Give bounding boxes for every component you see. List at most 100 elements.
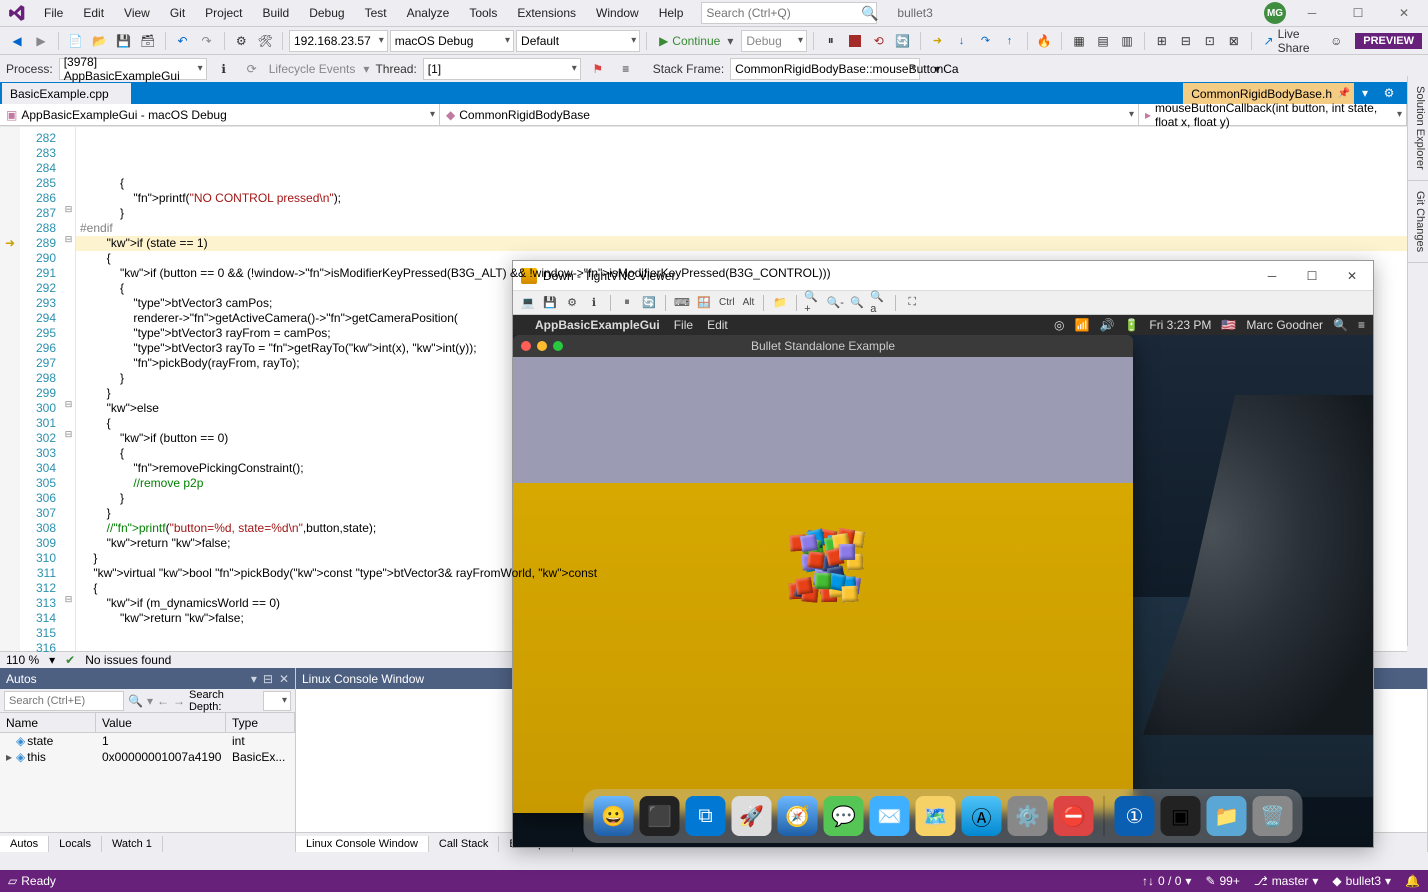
depth-combo[interactable] <box>263 691 291 711</box>
menu-test[interactable]: Test <box>355 2 397 24</box>
continue-button[interactable]: ▶Continue▾ <box>653 30 739 52</box>
dock-1password-icon[interactable]: ① <box>1115 796 1155 836</box>
open-icon[interactable]: 📂 <box>89 30 111 52</box>
pin-icon[interactable]: 📌 <box>1338 88 1350 99</box>
thread-flag-icon[interactable]: ⚑ <box>587 58 609 80</box>
stackframe-combo[interactable]: CommonRigidBodyBase::mouseButtonCa <box>730 58 920 80</box>
save-icon[interactable]: 💾 <box>113 30 135 52</box>
ptab-autos[interactable]: Autos <box>0 836 49 852</box>
fwd-nav-icon[interactable]: ▶ <box>30 30 52 52</box>
status-repo[interactable]: ◆ bullet3 ▾ <box>1332 874 1391 888</box>
menu-project[interactable]: Project <box>195 2 252 24</box>
panel-dropdown-icon[interactable]: ▾ <box>251 672 257 686</box>
autos-grid-body[interactable]: ◈state1int▸◈this0x00000001007a4190BasicE… <box>0 733 295 832</box>
pause-icon[interactable]: ⏸ <box>820 30 842 52</box>
nav-project-combo[interactable]: ▣AppBasicExampleGui - macOS Debug <box>0 104 440 125</box>
manage-configs-icon[interactable]: 🛠 <box>254 30 276 52</box>
debug-target-combo[interactable]: Debug <box>741 30 807 52</box>
remote-target-combo[interactable]: 192.168.23.57 <box>289 30 388 52</box>
ptab-locals[interactable]: Locals <box>49 836 102 852</box>
dock-appstore-icon[interactable]: Ⓐ <box>962 796 1002 836</box>
zoom-level[interactable]: 110 % <box>6 653 39 667</box>
panel-close-icon[interactable]: ✕ <box>279 672 289 686</box>
step-over-icon[interactable]: ↷ <box>975 30 997 52</box>
menu-tools[interactable]: Tools <box>459 2 507 24</box>
dock-finder-icon[interactable]: 😀 <box>594 796 634 836</box>
save-all-icon[interactable]: 🗃 <box>137 30 159 52</box>
status-nav-updown[interactable]: ↑↓ 0 / 0 ▾ <box>1142 874 1191 888</box>
thread-info-icon[interactable]: ≡ <box>615 58 637 80</box>
menu-build[interactable]: Build <box>253 2 300 24</box>
tab-basicexample[interactable]: BasicExample.cpp <box>2 83 131 104</box>
menu-window[interactable]: Window <box>586 2 649 24</box>
menu-analyze[interactable]: Analyze <box>397 2 460 24</box>
menu-git[interactable]: Git <box>160 2 195 24</box>
restart-icon[interactable]: ⟲ <box>868 30 890 52</box>
win-layout3-icon[interactable]: ⊡ <box>1199 30 1221 52</box>
mac-dock[interactable]: 😀 ⬛ ⧉ 🚀 🧭 💬 ✉️ 🗺️ Ⓐ ⚙️ ⛔ ① ▣ 📁 🗑️ <box>584 789 1303 843</box>
win-layout1-icon[interactable]: ⊞ <box>1151 30 1173 52</box>
dock-maps-icon[interactable]: 🗺️ <box>916 796 956 836</box>
layout3-icon[interactable]: ▥ <box>1116 30 1138 52</box>
lifecycle-icon[interactable]: ⟳ <box>241 58 263 80</box>
autos-nav-prev-icon[interactable]: ← <box>157 694 169 708</box>
dock-messages-icon[interactable]: 💬 <box>824 796 864 836</box>
window-maximize-icon[interactable]: ☐ <box>1338 0 1378 26</box>
dock-launchpad-icon[interactable]: 🚀 <box>732 796 772 836</box>
layout2-icon[interactable]: ▤ <box>1092 30 1114 52</box>
user-avatar[interactable]: MG <box>1264 2 1286 24</box>
window-minimize-icon[interactable]: ─ <box>1292 0 1332 26</box>
col-type[interactable]: Type <box>226 713 295 732</box>
dock-app2-icon[interactable]: ▣ <box>1161 796 1201 836</box>
process-info-icon[interactable]: ℹ <box>213 58 235 80</box>
redo-icon[interactable]: ↷ <box>196 30 218 52</box>
status-bell-icon[interactable]: 🔔 <box>1405 874 1420 888</box>
ptab-watch1[interactable]: Watch 1 <box>102 836 163 852</box>
status-errors[interactable]: ✎ 99+ <box>1205 874 1239 888</box>
win-layout4-icon[interactable]: ⊠ <box>1223 30 1245 52</box>
dock-quit-icon[interactable]: ⛔ <box>1054 796 1094 836</box>
code-text-area[interactable]: { "fn">printf("NO CONTROL pressed\n"); }… <box>76 127 1407 651</box>
ptab-console[interactable]: Linux Console Window <box>296 836 429 852</box>
dock-folder-icon[interactable]: 📁 <box>1207 796 1247 836</box>
autos-search-icon[interactable]: 🔍 <box>128 694 143 708</box>
dock-terminal-icon[interactable]: ⬛ <box>640 796 680 836</box>
config-combo[interactable]: macOS Debug <box>390 30 514 52</box>
config-switch-icon[interactable]: ⚙ <box>230 30 252 52</box>
step-into-icon[interactable]: ↓ <box>951 30 973 52</box>
menu-file[interactable]: File <box>34 2 73 24</box>
global-search-input[interactable] <box>706 6 861 20</box>
thread-combo[interactable]: [1] <box>423 58 581 80</box>
global-search[interactable]: 🔍 <box>701 2 877 24</box>
menu-edit[interactable]: Edit <box>73 2 114 24</box>
nav-class-combo[interactable]: ◆CommonRigidBodyBase <box>440 104 1139 125</box>
menu-help[interactable]: Help <box>649 2 694 24</box>
nav-member-combo[interactable]: ▸mouseButtonCallback(int button, int sta… <box>1139 104 1407 125</box>
col-value[interactable]: Value <box>96 713 226 732</box>
back-nav-icon[interactable]: ◀ <box>6 30 28 52</box>
hot-reload-icon[interactable]: 🔥 <box>1033 30 1055 52</box>
dock-settings-icon[interactable]: ⚙️ <box>1008 796 1048 836</box>
vtab-git-changes[interactable]: Git Changes <box>1408 181 1428 263</box>
new-item-icon[interactable]: 📄 <box>65 30 87 52</box>
undo-icon[interactable]: ↶ <box>172 30 194 52</box>
menu-extensions[interactable]: Extensions <box>507 2 586 24</box>
col-name[interactable]: Name <box>0 713 96 732</box>
dock-mail-icon[interactable]: ✉️ <box>870 796 910 836</box>
layout-icon[interactable]: ▦ <box>1068 30 1090 52</box>
autos-header[interactable]: Autos ▾⊟✕ <box>0 668 295 689</box>
panel-pin-icon[interactable]: ⊟ <box>263 672 273 686</box>
dock-vscode-icon[interactable]: ⧉ <box>686 796 726 836</box>
step-out-icon[interactable]: ↑ <box>999 30 1021 52</box>
dock-safari-icon[interactable]: 🧭 <box>778 796 818 836</box>
refresh-icon[interactable]: 🔄 <box>892 30 914 52</box>
autos-nav-next-icon[interactable]: → <box>173 694 185 708</box>
autos-search-input[interactable] <box>4 691 124 711</box>
vtab-solution-explorer[interactable]: Solution Explorer <box>1408 76 1428 181</box>
platform-combo[interactable]: Default <box>516 30 640 52</box>
status-branch[interactable]: ⎇ master ▾ <box>1254 874 1319 888</box>
feedback-icon[interactable]: ☺ <box>1325 30 1347 52</box>
dock-trash-icon[interactable]: 🗑️ <box>1253 796 1293 836</box>
show-next-statement-icon[interactable]: ➜ <box>927 30 949 52</box>
ptab-callstack[interactable]: Call Stack <box>429 836 500 852</box>
